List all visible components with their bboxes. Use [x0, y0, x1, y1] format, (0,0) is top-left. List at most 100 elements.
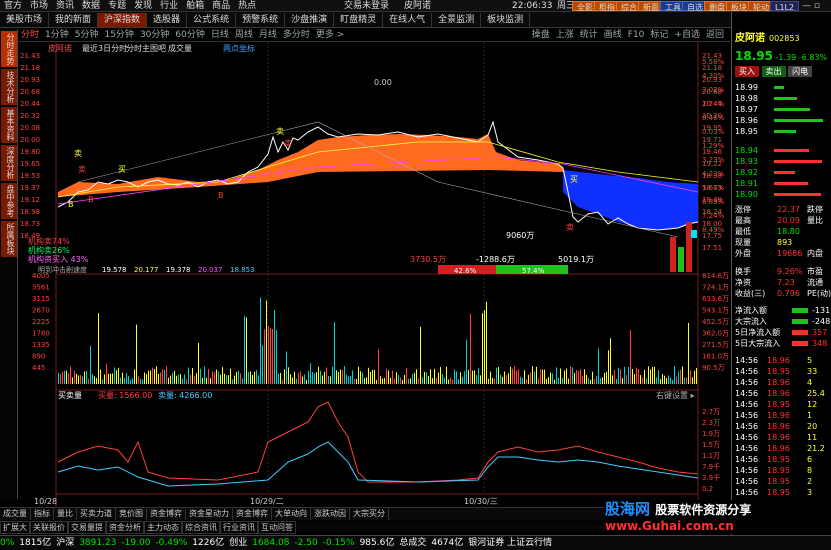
volume-bar: [616, 378, 617, 384]
volume-bar: [680, 369, 681, 384]
volume-bar: [512, 368, 513, 384]
period-tab[interactable]: 15分钟: [101, 29, 136, 42]
info-tab[interactable]: 互动问答: [258, 521, 296, 534]
period-tab[interactable]: 30分钟: [137, 29, 172, 42]
volume-bar: [206, 377, 207, 384]
side-tab[interactable]: 所属板块: [1, 221, 17, 257]
nav-item[interactable]: 公式系统: [187, 13, 237, 27]
chart-area[interactable]: 21.43 21.18 20.93 20.68 20.44 20.32 20.08 20.00…: [18, 42, 731, 507]
nav-item[interactable]: 沙盘推演: [285, 13, 335, 27]
volume-bar: [596, 376, 597, 384]
menu-item[interactable]: 数据: [78, 0, 104, 12]
chart-tool[interactable]: 画线: [601, 29, 625, 42]
vol-tick: 452.5万: [702, 318, 729, 326]
indicator-tab[interactable]: 大单动向: [272, 508, 311, 520]
chart-tool[interactable]: 统计: [577, 29, 601, 42]
side-tab[interactable]: 基本资料: [1, 107, 17, 143]
chart-tool[interactable]: +自选: [671, 29, 703, 42]
indicator-tab[interactable]: 成交量: [0, 508, 31, 520]
nav-item[interactable]: 沪深指数: [98, 13, 148, 27]
nav-item[interactable]: 在线人气: [383, 13, 433, 27]
flash-button[interactable]: 闪电: [788, 66, 813, 77]
chart-tool[interactable]: 操盘: [529, 29, 553, 42]
info-tab[interactable]: 综合资讯: [182, 521, 220, 534]
side-tab[interactable]: 深度分析: [1, 145, 17, 181]
volume-bar: [676, 376, 677, 384]
period-tab[interactable]: 周线: [232, 29, 256, 42]
volume-bar: [440, 367, 441, 384]
nav-item[interactable]: 我的新面: [49, 13, 99, 27]
chart-tool[interactable]: 上涨: [553, 29, 577, 42]
info-tab[interactable]: 关联报价: [30, 521, 68, 534]
pct-tick: 0.46%: [702, 114, 725, 122]
info-tab[interactable]: 主力动态: [144, 521, 182, 534]
indicator-tab[interactable]: 资金博弈: [147, 508, 186, 520]
chart-tool[interactable]: 返回: [703, 29, 727, 42]
period-tab[interactable]: 多分时: [280, 29, 313, 42]
indicator-tab[interactable]: 竞价图: [116, 508, 147, 520]
nav-item[interactable]: 盯盘精灵: [334, 13, 384, 27]
indicator-tab[interactable]: 资金星动力: [186, 508, 233, 520]
volume-bar: [400, 377, 401, 384]
volume-bar: [486, 301, 487, 384]
nav-item[interactable]: 预警系统: [236, 13, 286, 27]
lower-tick: 7.9千: [702, 462, 720, 471]
nav-item[interactable]: 全景监测: [432, 13, 482, 27]
menu-item[interactable]: 行业: [156, 0, 182, 12]
side-tab[interactable]: 分时走势: [1, 31, 17, 67]
indicator-tab[interactable]: 资金博弈: [233, 508, 272, 520]
period-tab[interactable]: 日线: [208, 29, 232, 42]
vol-tick: 362.0万: [702, 330, 729, 338]
nav-item[interactable]: 美股市场: [0, 13, 50, 27]
ma-value: 18.853: [230, 266, 255, 274]
info-tab[interactable]: 行业资讯: [220, 521, 258, 534]
info-tab[interactable]: 扩展大: [0, 521, 30, 534]
indicator-tab[interactable]: 量比: [54, 508, 77, 520]
volume-bar: [588, 378, 589, 384]
chart-tool[interactable]: F10: [625, 29, 648, 42]
period-tab[interactable]: 1分钟: [42, 29, 72, 42]
buy-button[interactable]: 买入: [735, 66, 759, 77]
menu-item[interactable]: 专题: [104, 0, 130, 12]
menu-item[interactable]: 资讯: [52, 0, 78, 12]
indicator-tab[interactable]: 指标: [31, 508, 54, 520]
mid-label: 5019.1万: [558, 255, 594, 264]
menu-item[interactable]: 商品: [208, 0, 234, 12]
menu-item[interactable]: 舶箱: [182, 0, 208, 12]
vol-tick: 1335: [32, 341, 50, 349]
volume-bar: [68, 373, 69, 384]
period-tab[interactable]: 分时: [18, 29, 42, 42]
info-tab[interactable]: 资金分析: [106, 521, 144, 534]
indicator-tab[interactable]: 涨跌动因: [311, 508, 350, 520]
side-tab[interactable]: 盘中参考: [1, 183, 17, 219]
info-tab[interactable]: 交易量提: [68, 521, 106, 534]
chart-tool[interactable]: 标记: [647, 29, 671, 42]
book-price: 18.92: [735, 168, 758, 177]
period-tab[interactable]: 60分钟: [172, 29, 207, 42]
nav-item[interactable]: 选股器: [147, 13, 188, 27]
indicator-tab[interactable]: 大宗买分: [350, 508, 389, 520]
indicator-tab[interactable]: 买卖力道: [77, 508, 116, 520]
volume-bar: [298, 372, 299, 384]
menu-item[interactable]: 市场: [26, 0, 52, 12]
volume-bar: [92, 373, 93, 384]
volume-bar: [122, 372, 123, 384]
volume-bar: [172, 372, 173, 384]
menu-item[interactable]: 发现: [130, 0, 156, 12]
period-tab[interactable]: 月线: [256, 29, 280, 42]
menu-item[interactable]: 热点: [234, 0, 260, 12]
sell-button[interactable]: 卖出: [761, 66, 786, 77]
tool-button[interactable]: L1L2: [770, 1, 800, 12]
nav-item[interactable]: 板块监测: [481, 13, 531, 27]
side-tab[interactable]: 技术分析: [1, 69, 17, 105]
volume-bar: [300, 371, 301, 384]
ma-value: 20.177: [134, 266, 159, 274]
flow-row: 净流入额 -131: [735, 306, 831, 315]
chart-coord[interactable]: 两点坐标: [223, 43, 255, 53]
menu-item[interactable]: 官方: [0, 0, 26, 12]
period-tab[interactable]: 更多 >: [313, 29, 347, 42]
login-status[interactable]: 交易未登录: [340, 0, 393, 12]
buy-volume: 买量: 1566.00: [98, 391, 152, 400]
lower-settings[interactable]: 右键设置 ▸: [656, 390, 695, 400]
period-tab[interactable]: 5分钟: [72, 29, 102, 42]
